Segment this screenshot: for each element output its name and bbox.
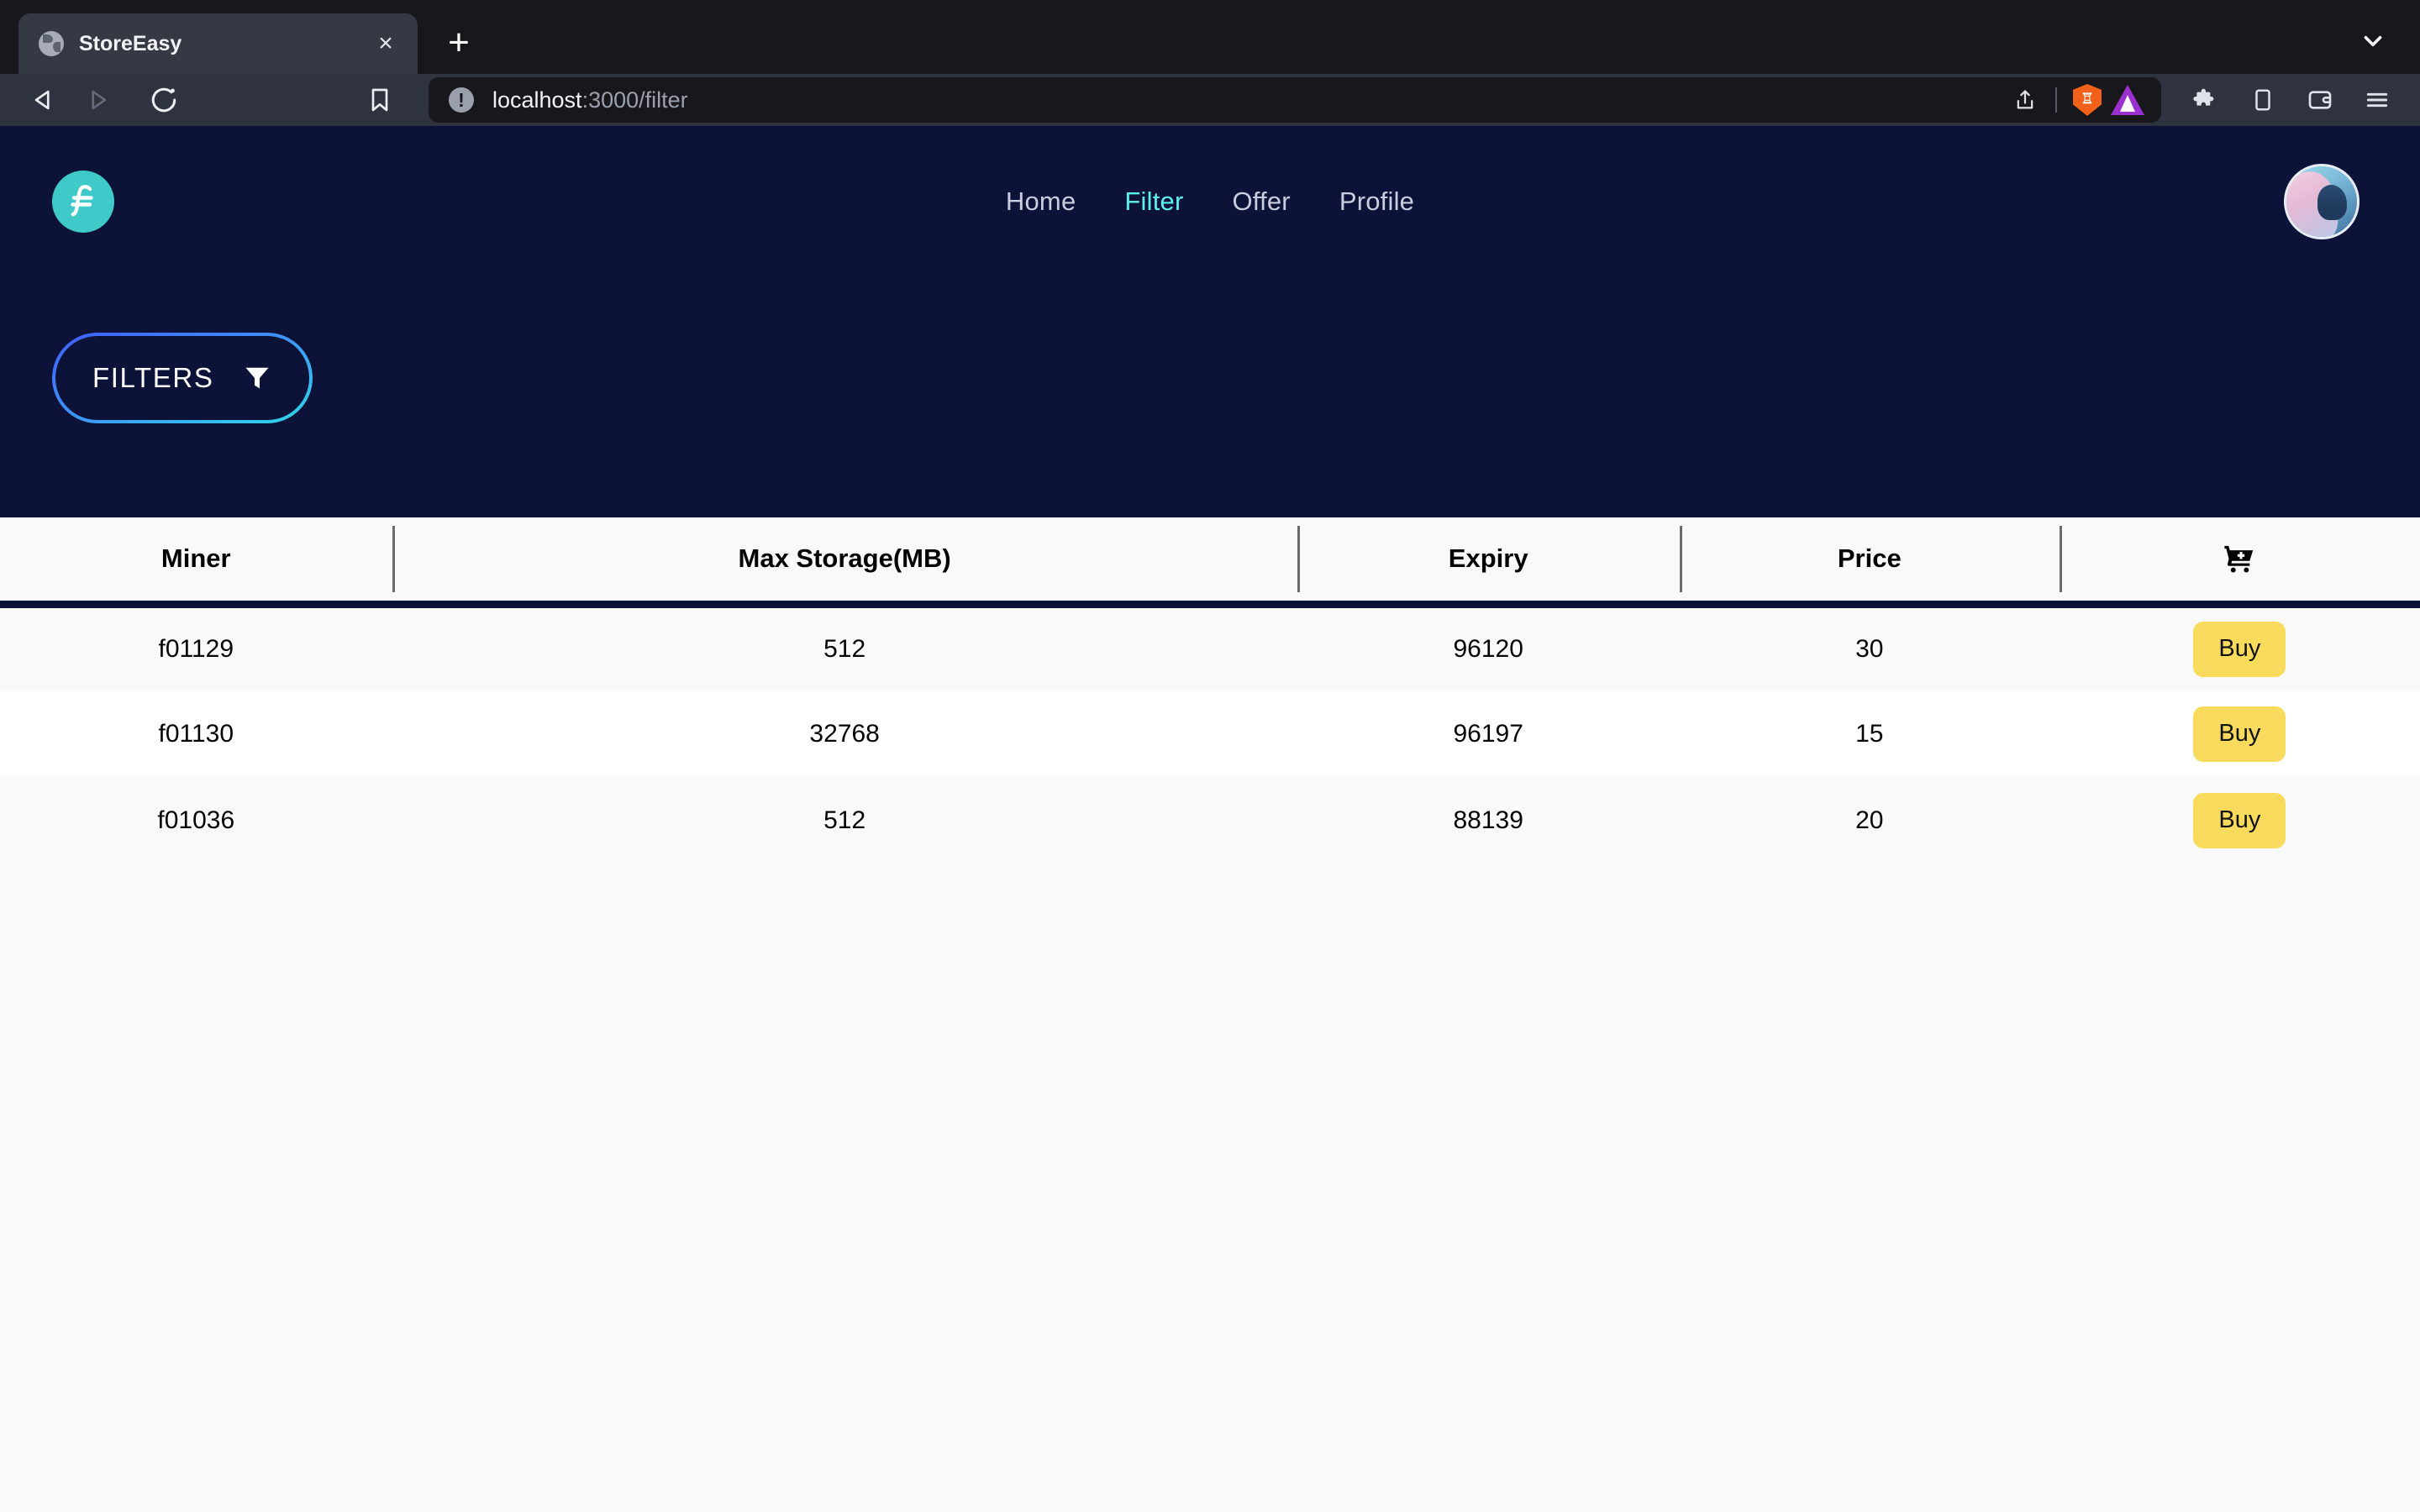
cell-price: 15: [1855, 719, 1884, 748]
cell-action: Buy: [2060, 690, 2420, 777]
main-navigation: Home Filter Offer Profile: [0, 126, 2420, 277]
table-head: Miner Max Storage(MB) Expiry Price: [0, 517, 2420, 608]
share-icon[interactable]: [2005, 81, 2045, 118]
filters-button[interactable]: FILTERS: [52, 333, 313, 423]
brave-rewards-icon[interactable]: [2107, 81, 2148, 118]
cell-action: Buy: [2060, 777, 2420, 864]
cell-miner: f01129: [158, 634, 234, 663]
cell-expiry: 88139: [1453, 806, 1523, 834]
cell-price: 30: [1855, 634, 1884, 663]
url-path: :3000/filter: [581, 87, 688, 113]
menu-icon[interactable]: [2353, 77, 2402, 123]
hero-section: Home Filter Offer Profile FILTERS: [0, 126, 2420, 517]
table-body: f01129 512 96120 30 Buy f01130 32768 961…: [0, 604, 2420, 864]
forward-icon: [71, 77, 123, 123]
url-host: localhost: [492, 87, 582, 113]
buy-button[interactable]: Buy: [2193, 792, 2286, 848]
cell-storage: 512: [823, 634, 866, 663]
filters-button-label: FILTERS: [92, 362, 214, 393]
nav-link-profile[interactable]: Profile: [1339, 186, 1414, 217]
cart-plus-icon: [2060, 544, 2420, 573]
column-header-expiry: Expiry: [1297, 517, 1680, 608]
table-header-row: Miner Max Storage(MB) Expiry Price: [0, 517, 2420, 608]
tab-strip: StoreEasy × +: [0, 0, 2420, 74]
brave-shields-icon[interactable]: ♖: [2067, 81, 2107, 118]
filters-area: FILTERS: [0, 277, 2420, 423]
cell-storage: 512: [823, 806, 866, 834]
chevron-down-icon[interactable]: [2348, 15, 2398, 67]
buy-button[interactable]: Buy: [2193, 621, 2286, 677]
site-info-icon[interactable]: !: [449, 87, 474, 113]
reload-icon[interactable]: [138, 77, 190, 123]
funnel-icon: [242, 362, 272, 395]
new-tab-button[interactable]: +: [433, 17, 485, 69]
offers-table-container: Miner Max Storage(MB) Expiry Price f0112…: [0, 517, 2420, 1512]
column-header-miner: Miner: [0, 517, 392, 608]
table-row: f01130 32768 96197 15 Buy: [0, 690, 2420, 777]
url-text: localhost:3000/filter: [492, 87, 688, 113]
filecoin-logo[interactable]: [52, 171, 114, 233]
nav-link-offer[interactable]: Offer: [1232, 186, 1290, 217]
column-header-cart: [2059, 517, 2420, 608]
sidebar-icon[interactable]: [2238, 77, 2287, 123]
table-row: f01036 512 88139 20 Buy: [0, 777, 2420, 864]
address-bar[interactable]: ! localhost:3000/filter ♖: [429, 77, 2161, 123]
table-row: f01129 512 96120 30 Buy: [0, 604, 2420, 690]
cell-storage: 32768: [809, 719, 880, 748]
column-header-price: Price: [1679, 517, 2060, 608]
page-content: Home Filter Offer Profile FILTERS Miner …: [0, 126, 2420, 1512]
avatar[interactable]: [2284, 164, 2360, 239]
bookmark-icon[interactable]: [355, 77, 405, 123]
cell-action: Buy: [2060, 604, 2420, 690]
close-icon[interactable]: ×: [369, 27, 402, 60]
nav-link-filter[interactable]: Filter: [1124, 186, 1183, 217]
tab-title: StoreEasy: [79, 31, 182, 55]
back-icon[interactable]: [18, 77, 71, 123]
column-header-max-storage: Max Storage(MB): [392, 517, 1297, 608]
cell-miner: f01130: [158, 719, 234, 748]
toolbar-divider: [2055, 87, 2057, 113]
toolbar-actions: [2181, 77, 2402, 123]
app-header: Home Filter Offer Profile: [0, 126, 2420, 277]
cell-price: 20: [1855, 806, 1884, 834]
cell-miner: f01036: [157, 806, 235, 834]
browser-toolbar: ! localhost:3000/filter ♖: [0, 74, 2420, 126]
extensions-icon[interactable]: [2181, 77, 2230, 123]
nav-link-home[interactable]: Home: [1006, 186, 1076, 217]
browser-tab-storeeasy[interactable]: StoreEasy ×: [18, 13, 418, 74]
browser-window: StoreEasy × + ! localhost:3000/filter ♖ …: [0, 0, 2420, 1512]
buy-button[interactable]: Buy: [2193, 706, 2286, 762]
cell-expiry: 96197: [1453, 719, 1523, 748]
globe-icon: [39, 31, 64, 56]
cell-expiry: 96120: [1453, 634, 1523, 663]
wallet-icon[interactable]: [2296, 77, 2344, 123]
offers-table: Miner Max Storage(MB) Expiry Price f0112…: [0, 517, 2420, 864]
